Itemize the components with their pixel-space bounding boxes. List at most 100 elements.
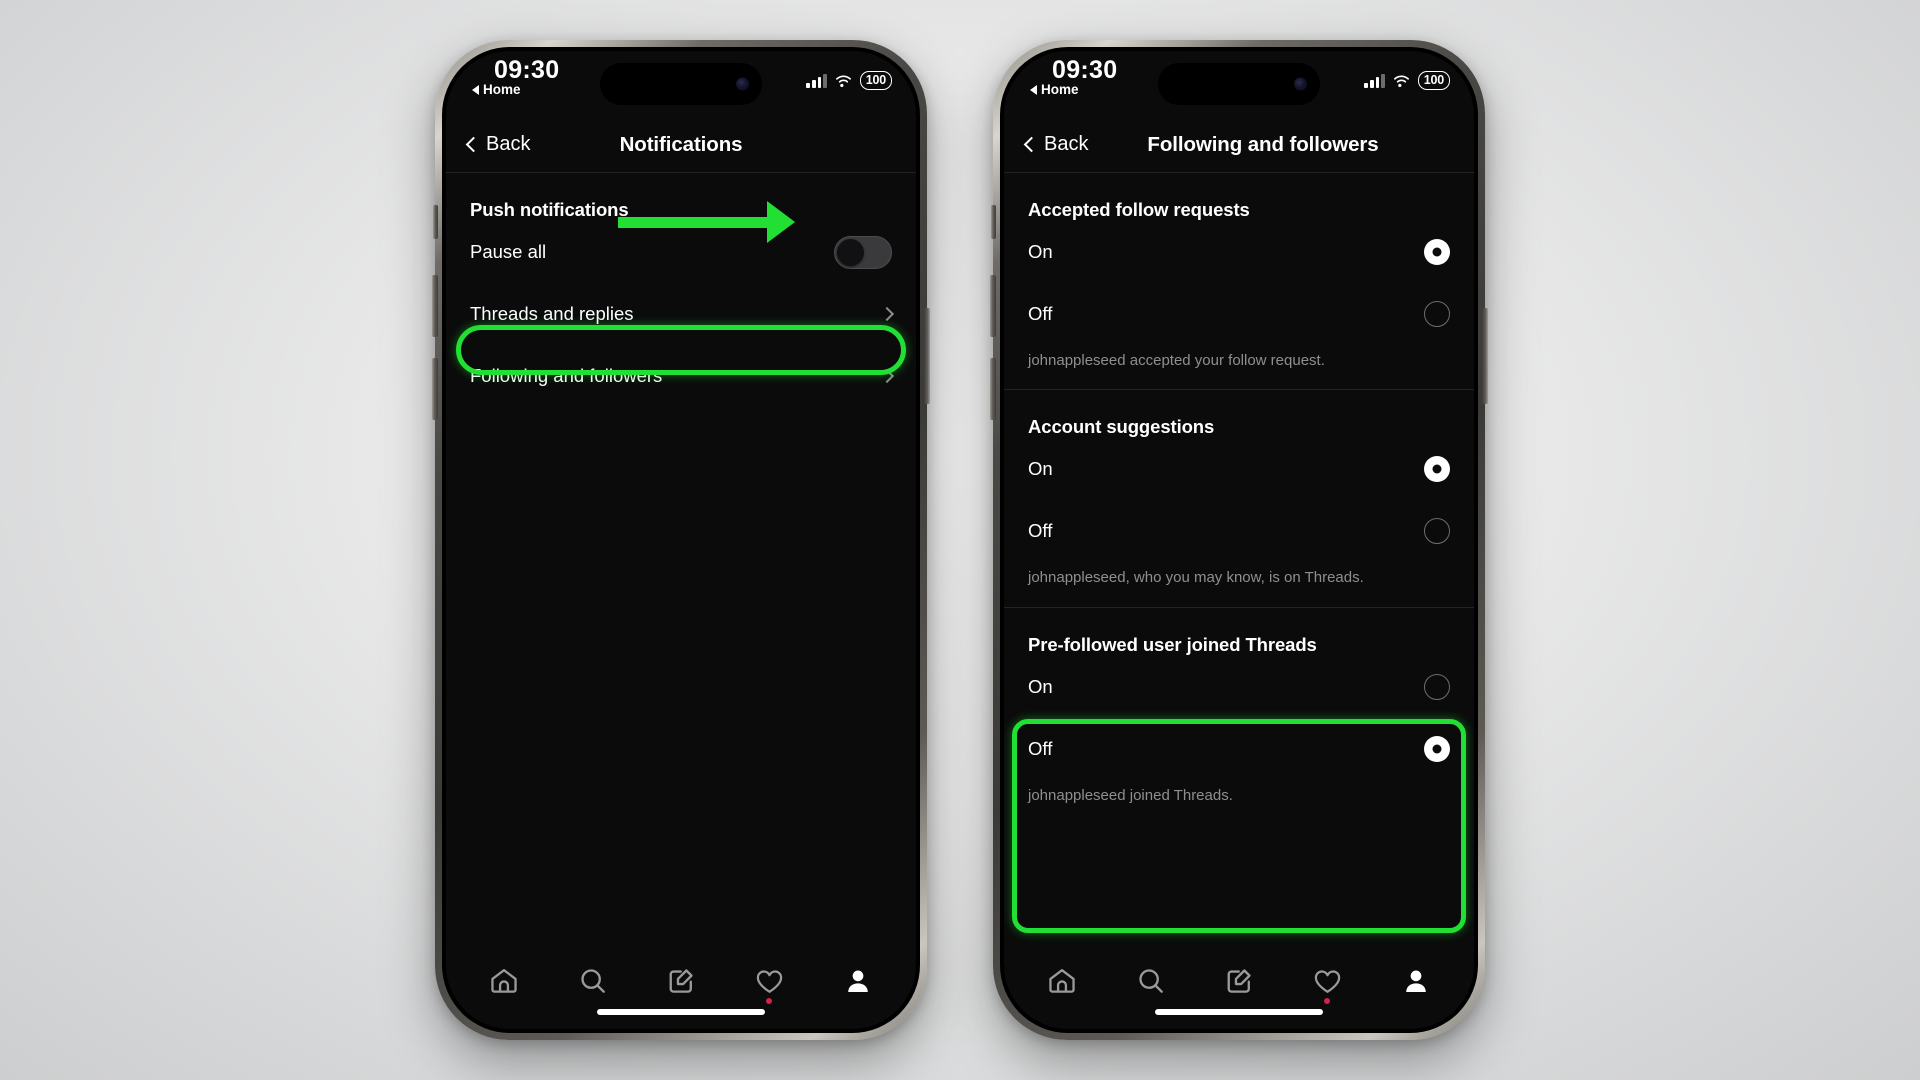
activity-badge — [766, 998, 773, 1004]
option-row-off[interactable]: Off — [1004, 718, 1474, 780]
tab-search[interactable] — [1123, 958, 1179, 1004]
home-app-label: Home — [1041, 82, 1079, 97]
compose-icon — [669, 969, 693, 993]
section-caption-pre-followed-user-joined-threads: johnappleseed joined Threads. — [1028, 786, 1233, 804]
heart-icon — [1314, 969, 1341, 993]
phone-right: 09:30 Home 100 Back Following and follow… — [990, 40, 1488, 1040]
home-indicator-bar[interactable] — [597, 1009, 765, 1015]
search-icon — [580, 969, 605, 993]
chevron-left-icon — [1023, 136, 1040, 153]
tab-home[interactable] — [1034, 958, 1090, 1004]
back-to-home-indicator[interactable]: Home — [1030, 82, 1079, 97]
screen-left: 09:30 Home 100 Back Notifications Push n… — [446, 51, 916, 1029]
option-label-on: On — [1028, 458, 1053, 480]
option-label-on: On — [1028, 675, 1053, 697]
tab-profile[interactable] — [830, 958, 886, 1004]
tab-compose[interactable] — [653, 958, 709, 1004]
chevron-right-icon — [879, 306, 895, 322]
status-bar-left-group: 09:30 Home — [1030, 57, 1117, 97]
heart-icon — [756, 969, 783, 993]
profile-icon — [847, 970, 868, 992]
chevron-right-icon — [879, 368, 895, 384]
radio-off-selected[interactable] — [1424, 735, 1450, 762]
option-label-on: On — [1028, 241, 1053, 262]
tab-bar-left — [446, 943, 916, 1029]
status-bar-left-group: 09:30 Home — [472, 57, 559, 97]
front-camera-icon — [1294, 77, 1307, 91]
status-bar-right: 09:30 Home 100 — [1004, 51, 1474, 117]
row-pause-all-label: Pause all — [470, 241, 547, 262]
radio-off-unselected[interactable] — [1424, 518, 1450, 545]
home-icon — [491, 969, 517, 993]
dynamic-island — [1158, 63, 1320, 105]
power-button[interactable] — [924, 308, 930, 404]
pause-all-toggle[interactable] — [834, 235, 892, 269]
back-button-label: Back — [1044, 133, 1089, 155]
status-bar-right-group: 100 — [1364, 71, 1450, 90]
back-button[interactable]: Back — [465, 133, 531, 156]
settings-list-left: Push notifications Pause all Threads and… — [446, 173, 916, 943]
option-label-off: Off — [1028, 737, 1053, 759]
option-row-off[interactable]: Off — [1004, 283, 1474, 345]
option-row-off[interactable]: Off — [1004, 500, 1474, 562]
cellular-signal-icon — [806, 73, 827, 88]
activity-badge — [1324, 998, 1331, 1004]
row-following-and-followers[interactable]: Following and followers — [446, 345, 916, 407]
radio-on-selected[interactable] — [1424, 239, 1450, 265]
back-to-home-indicator[interactable]: Home — [472, 82, 521, 97]
settings-list-right: Accepted follow requests On Off johnappl… — [1004, 173, 1474, 943]
front-camera-icon — [736, 77, 749, 91]
toggle-knob — [837, 238, 864, 266]
screen-right: 09:30 Home 100 Back Following and follow… — [1004, 51, 1474, 1029]
volume-down-button[interactable] — [432, 358, 438, 420]
triangle-left-icon — [472, 84, 479, 95]
option-label-off: Off — [1028, 303, 1053, 324]
row-threads-and-replies[interactable]: Threads and replies — [446, 283, 916, 345]
nav-bar-left: Back Notifications — [446, 117, 916, 173]
option-label-off: Off — [1028, 520, 1053, 542]
battery-icon: 100 — [1417, 71, 1450, 90]
back-button[interactable]: Back — [1023, 133, 1089, 156]
power-button[interactable] — [1482, 308, 1488, 404]
wifi-icon — [1393, 75, 1409, 87]
volume-up-button[interactable] — [432, 275, 438, 337]
row-pause-all[interactable]: Pause all — [446, 221, 916, 283]
option-row-on[interactable]: On — [1004, 221, 1474, 283]
tab-activity[interactable] — [741, 958, 797, 1004]
section-header-account-suggestions: Account suggestions — [1028, 416, 1215, 438]
volume-down-button[interactable] — [990, 358, 996, 420]
tab-search[interactable] — [565, 958, 621, 1004]
cellular-signal-icon — [1364, 73, 1385, 88]
phone-bezel-left: 09:30 Home 100 Back Notifications Push n… — [442, 47, 920, 1033]
volume-up-button[interactable] — [990, 275, 996, 337]
dynamic-island — [600, 63, 762, 105]
option-row-on[interactable]: On — [1004, 656, 1474, 718]
back-button-label: Back — [486, 133, 531, 155]
triangle-left-icon — [1030, 84, 1037, 95]
status-bar-right-group: 100 — [806, 71, 892, 90]
home-app-label: Home — [483, 82, 521, 97]
row-following-and-followers-label: Following and followers — [470, 365, 663, 386]
tab-activity[interactable] — [1299, 958, 1355, 1004]
radio-off-unselected[interactable] — [1424, 301, 1450, 327]
tab-compose[interactable] — [1211, 958, 1267, 1004]
section-header-accepted-follow-requests: Accepted follow requests — [1028, 199, 1250, 220]
status-time: 09:30 — [494, 56, 560, 84]
home-icon — [1049, 969, 1075, 993]
home-indicator-bar[interactable] — [1155, 1009, 1323, 1015]
status-bar-left: 09:30 Home 100 — [446, 51, 916, 117]
phone-left: 09:30 Home 100 Back Notifications Push n… — [432, 40, 930, 1040]
tab-home[interactable] — [476, 958, 532, 1004]
row-threads-and-replies-label: Threads and replies — [470, 303, 634, 324]
silent-switch[interactable] — [991, 205, 996, 239]
radio-on-selected[interactable] — [1424, 456, 1450, 483]
silent-switch[interactable] — [433, 205, 438, 239]
section-caption-accepted-follow-requests: johnappleseed accepted your follow reque… — [1028, 352, 1325, 369]
radio-on-unselected[interactable] — [1424, 673, 1450, 700]
screenshot-stage: 09:30 Home 100 Back Notifications Push n… — [0, 0, 1920, 1080]
option-row-on[interactable]: On — [1004, 438, 1474, 500]
wifi-icon — [835, 75, 851, 87]
status-time: 09:30 — [1052, 56, 1118, 84]
tab-profile[interactable] — [1388, 958, 1444, 1004]
battery-icon: 100 — [859, 71, 892, 90]
